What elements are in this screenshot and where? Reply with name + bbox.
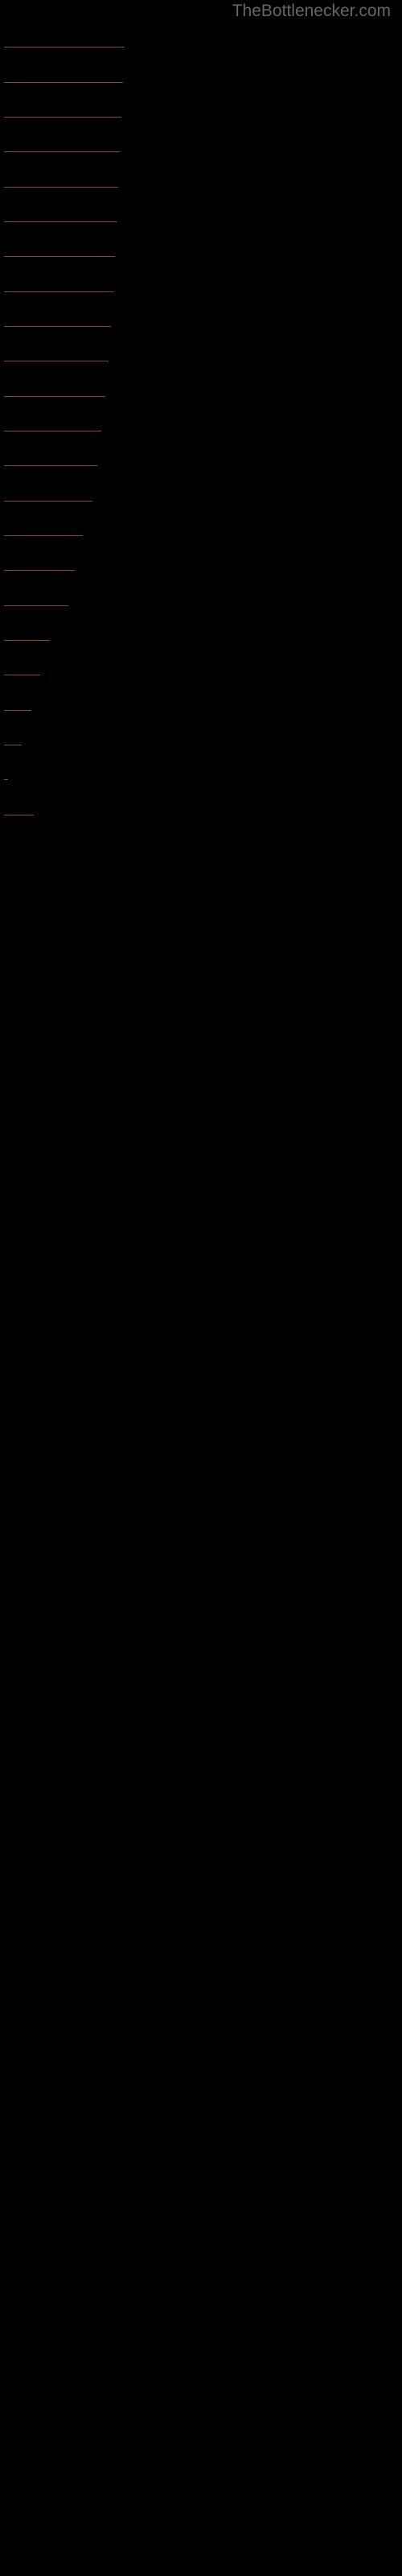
chart-bar-row: Bottleneck result xyxy=(4,779,8,802)
chart-bar-label-clip: Bottleneck result xyxy=(4,815,34,837)
chart-bar-row: Bottleneck result xyxy=(4,501,92,523)
chart-bar-label: Bottleneck result xyxy=(6,156,90,169)
chart-bar-label: Bottleneck result xyxy=(6,226,90,239)
chart-bar-row: Bottleneck result xyxy=(4,82,123,105)
chart-bar-row: Bottleneck result xyxy=(4,256,115,279)
chart-bar-label: Bottleneck result xyxy=(6,575,75,588)
chart-bar-row: Bottleneck result xyxy=(4,396,105,419)
chart-bar-label: Bottleneck result xyxy=(6,715,31,728)
chart-bar-row: Bottleneck result xyxy=(4,535,83,558)
chart-bar-label: Bottleneck result xyxy=(6,540,83,553)
chart-bar-row: Bottleneck result xyxy=(4,221,117,244)
chart-bar-label: Bottleneck result xyxy=(6,331,90,344)
chart-bar-row: Bottleneck result xyxy=(4,431,101,453)
chart-bar-label-clip: Bottleneck result xyxy=(4,640,50,663)
chart-bar-row: Bottleneck result xyxy=(4,187,118,209)
chart-bar-label: Bottleneck result xyxy=(6,87,90,100)
chart-bar-label-clip: Bottleneck result xyxy=(4,396,105,419)
chart-bar-label: Bottleneck result xyxy=(6,122,90,134)
chart-bar-label: Bottleneck result xyxy=(6,470,90,483)
chart-bar-label-clip: Bottleneck result xyxy=(4,431,101,453)
chart-bar-row: Bottleneck result xyxy=(4,570,75,592)
chart-bar-row: Bottleneck result xyxy=(4,117,121,139)
chart-bar-label: Bottleneck result xyxy=(6,645,50,658)
chart-bar-label-clip: Bottleneck result xyxy=(4,221,117,244)
chart-bar-row: Bottleneck result xyxy=(4,47,125,69)
chart-bar-label-clip: Bottleneck result xyxy=(4,187,118,209)
chart-bar-label-clip: Bottleneck result xyxy=(4,47,125,69)
chart-bar-row: Bottleneck result xyxy=(4,710,31,733)
chart-bar-label-clip: Bottleneck result xyxy=(4,465,97,488)
chart-bar-row: Bottleneck result xyxy=(4,640,50,663)
chart-bar-label-clip: Bottleneck result xyxy=(4,361,109,383)
chart-bar-label: Bottleneck result xyxy=(6,296,90,309)
chart-bar-row: Bottleneck result xyxy=(4,675,40,697)
chart-bar-label-clip: Bottleneck result xyxy=(4,675,40,697)
chart-bar-label-clip: Bottleneck result xyxy=(4,256,115,279)
chart-bar-label: Bottleneck result xyxy=(6,401,90,414)
chart-bar-label-clip: Bottleneck result xyxy=(4,326,111,349)
chart-bar-label: Bottleneck result xyxy=(6,779,8,802)
chart-bar-label: Bottleneck result xyxy=(6,436,90,448)
chart-bar-label-clip: Bottleneck result xyxy=(4,779,8,802)
chart-bar-label-clip: Bottleneck result xyxy=(4,570,75,592)
chart-bar-row: Bottleneck result xyxy=(4,815,34,837)
chart-bar-label: Bottleneck result xyxy=(6,52,90,64)
chart-bar-row: Bottleneck result xyxy=(4,361,109,383)
bottleneck-bar-chart: Bottleneck result Bottleneck result Bottle… xyxy=(0,0,402,2576)
chart-bar-label-clip: Bottleneck result xyxy=(4,710,31,733)
chart-bar-label-clip: Bottleneck result xyxy=(4,605,68,628)
chart-bar-row: Bottleneck result xyxy=(4,151,120,174)
chart-bar-label-clip: Bottleneck result xyxy=(4,151,120,174)
chart-bar-label-clip: Bottleneck result xyxy=(4,117,121,139)
chart-bar-label: Bottleneck result xyxy=(6,749,22,762)
chart-bar-label: Bottleneck result xyxy=(6,192,90,204)
chart-bar-label-clip: Bottleneck result xyxy=(4,82,123,105)
chart-bar-label-clip: Bottleneck result xyxy=(4,291,113,314)
chart-bar-row: Bottleneck result xyxy=(4,291,113,314)
chart-bar-label-clip: Bottleneck result xyxy=(4,745,22,767)
chart-bar-label: Bottleneck result xyxy=(6,261,90,274)
chart-bar-row: Bottleneck result xyxy=(4,745,22,767)
chart-bar-row: Bottleneck result xyxy=(4,326,111,349)
chart-bar-label: Bottleneck result xyxy=(6,610,68,623)
chart-bar-label-clip: Bottleneck result xyxy=(4,535,83,558)
chart-bar-label: Bottleneck result xyxy=(6,819,34,832)
chart-bar-label-clip: Bottleneck result xyxy=(4,501,92,523)
chart-bar-row: Bottleneck result xyxy=(4,465,97,488)
chart-bar-label: Bottleneck result xyxy=(6,679,40,692)
chart-bar-row: Bottleneck result xyxy=(4,605,68,628)
chart-bar-label: Bottleneck result xyxy=(6,506,90,518)
chart-bar-label: Bottleneck result xyxy=(6,365,90,378)
